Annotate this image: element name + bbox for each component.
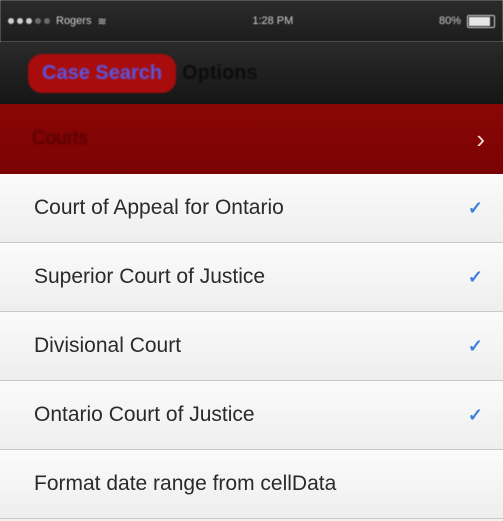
chevron-right-icon: › — [476, 124, 485, 154]
status-time: 1:28 PM — [252, 15, 294, 27]
signal-strength-icon — [8, 18, 50, 24]
wifi-icon: ≋ — [97, 15, 107, 28]
page-title: Options — [182, 61, 258, 84]
carrier-label: Rogers — [56, 15, 92, 27]
list-item-ontario-court[interactable]: Ontario Court of Justice ✓ — [0, 381, 503, 450]
checkmark-icon: ✓ — [467, 335, 483, 356]
list-item-divisional-court[interactable]: Divisional Court ✓ — [0, 312, 503, 381]
courts-section-row[interactable]: Courts › — [0, 104, 503, 174]
status-bar: Rogers ≋ 1:28 PM 80% — [0, 0, 503, 42]
list-item-format-date-range[interactable]: Format date range from cellData — [0, 450, 503, 519]
list-item-label: Superior Court of Justice — [34, 265, 266, 288]
list-item-label: Format date range from cellData — [34, 472, 337, 495]
courts-section-label: Courts — [32, 128, 88, 149]
checkmark-icon: ✓ — [467, 197, 483, 218]
status-left: Rogers ≋ — [8, 15, 107, 28]
checkmark-icon: ✓ — [467, 404, 483, 425]
list-item-court-of-appeal[interactable]: Court of Appeal for Ontario ✓ — [0, 174, 503, 243]
court-options-list: Court of Appeal for Ontario ✓ Superior C… — [0, 174, 503, 519]
battery-percent: 80% — [438, 15, 461, 27]
status-right: 80% — [438, 14, 495, 28]
back-button[interactable]: Case Search — [28, 53, 177, 93]
list-item-label: Ontario Court of Justice — [34, 403, 255, 426]
checkmark-icon: ✓ — [467, 266, 483, 287]
list-item-superior-court[interactable]: Superior Court of Justice ✓ — [0, 243, 503, 312]
battery-icon — [467, 14, 495, 28]
list-item-label: Court of Appeal for Ontario — [34, 196, 284, 219]
list-item-label: Divisional Court — [34, 334, 182, 357]
navigation-bar: Case Search Options — [0, 42, 503, 104]
